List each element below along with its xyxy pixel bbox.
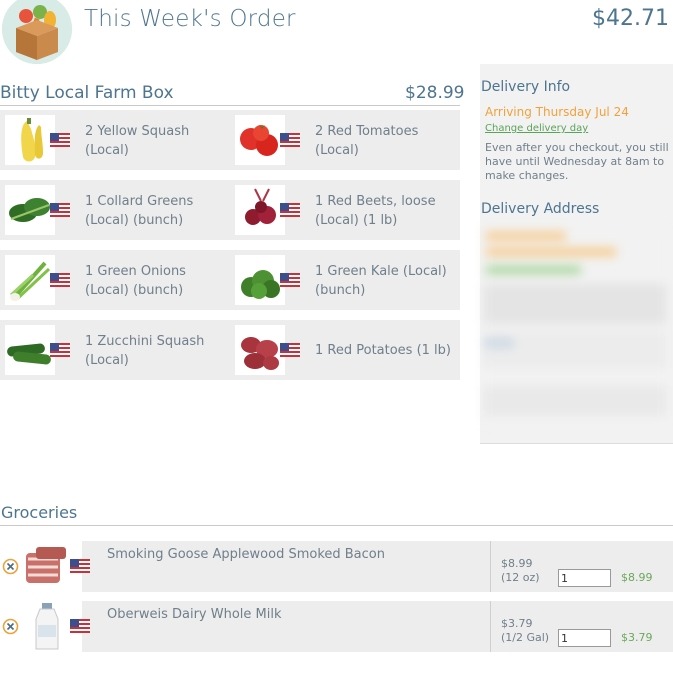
box-price: $28.99 bbox=[405, 83, 465, 103]
divider bbox=[490, 541, 491, 592]
box-item: 1 Zucchini Squash (Local) bbox=[0, 320, 230, 380]
box-item: 2 Red Tomatoes (Local) bbox=[230, 110, 460, 170]
box-title: Bitty Local Farm Box bbox=[0, 83, 174, 103]
grocery-row: Smoking Goose Applewood Smoked Bacon $8.… bbox=[0, 541, 673, 592]
box-item-name: 1 Collard Greens (Local) (bunch) bbox=[85, 194, 194, 228]
box-item: 1 Green Kale (Local) (bunch) bbox=[230, 250, 460, 310]
us-flag-icon bbox=[50, 133, 70, 147]
page-title: This Week's Order bbox=[84, 6, 296, 32]
us-flag-icon bbox=[280, 133, 300, 147]
box-item: 1 Collard Greens (Local) (bunch) bbox=[0, 180, 230, 240]
us-flag-icon bbox=[70, 619, 90, 633]
box-item-name: 1 Zucchini Squash (Local) bbox=[85, 334, 205, 368]
divider bbox=[490, 601, 491, 652]
box-item-name: 2 Yellow Squash (Local) bbox=[85, 124, 190, 158]
box-item-name: 1 Red Beets, loose (Local) (1 lb) bbox=[315, 194, 436, 228]
unit-size: (12 oz) bbox=[501, 571, 540, 584]
box-row: 2 Yellow Squash (Local) 2 Red Tomatoes (… bbox=[0, 110, 460, 170]
delivery-info-heading: Delivery Info bbox=[481, 79, 571, 95]
box-item-name: 1 Green Onions (Local) (bunch) bbox=[85, 264, 186, 298]
box-row: 1 Green Onions (Local) (bunch) 1 Green K… bbox=[0, 250, 460, 310]
collard-greens-icon bbox=[5, 185, 55, 235]
us-flag-icon bbox=[50, 343, 70, 357]
red-beets-icon bbox=[235, 185, 285, 235]
box-item-name: 1 Green Kale (Local) (bunch) bbox=[315, 264, 447, 298]
green-kale-icon bbox=[235, 255, 285, 305]
grocery-name[interactable]: Smoking Goose Applewood Smoked Bacon bbox=[107, 547, 385, 562]
delivery-note: Even after you checkout, you still have … bbox=[485, 141, 669, 182]
arrival-date: Arriving Thursday Jul 24 bbox=[485, 105, 629, 119]
divider bbox=[0, 105, 460, 106]
change-delivery-day-link[interactable]: Change delivery day bbox=[485, 123, 588, 134]
grocery-name[interactable]: Oberweis Dairy Whole Milk bbox=[107, 607, 282, 622]
us-flag-icon bbox=[50, 273, 70, 287]
delivery-address-heading: Delivery Address bbox=[481, 201, 600, 217]
box-row: 1 Zucchini Squash (Local) 1 Red Potatoes… bbox=[0, 320, 460, 380]
quantity-input[interactable] bbox=[558, 629, 611, 647]
box-item-name: 2 Red Tomatoes (Local) bbox=[315, 124, 419, 158]
red-tomatoes-icon bbox=[235, 115, 285, 165]
remove-item-icon[interactable] bbox=[2, 558, 19, 575]
divider bbox=[0, 525, 673, 526]
unit-size: (1/2 Gal) bbox=[501, 631, 550, 644]
unit-price: $8.99 bbox=[501, 557, 533, 570]
red-potatoes-icon bbox=[235, 325, 285, 375]
milk-bottle-icon bbox=[22, 601, 72, 652]
zucchini-icon bbox=[5, 325, 55, 375]
grocery-unit-price: $3.79 (1/2 Gal) bbox=[501, 617, 549, 645]
box-item: 2 Yellow Squash (Local) bbox=[0, 110, 230, 170]
us-flag-icon bbox=[280, 343, 300, 357]
box-item: 1 Red Potatoes (1 lb) bbox=[230, 320, 460, 380]
us-flag-icon bbox=[70, 559, 90, 573]
us-flag-icon bbox=[50, 203, 70, 217]
bacon-icon bbox=[22, 541, 72, 592]
box-item: 1 Red Beets, loose (Local) (1 lb) bbox=[230, 180, 460, 240]
us-flag-icon bbox=[280, 203, 300, 217]
box-item-name: 1 Red Potatoes (1 lb) bbox=[315, 343, 451, 358]
unit-price: $3.79 bbox=[501, 617, 533, 630]
order-total: $42.71 bbox=[592, 6, 669, 31]
line-total: $8.99 bbox=[621, 571, 653, 584]
quantity-input[interactable] bbox=[558, 569, 611, 587]
box-row: 1 Collard Greens (Local) (bunch) 1 Red B… bbox=[0, 180, 460, 240]
green-onions-icon bbox=[5, 255, 55, 305]
line-total: $3.79 bbox=[621, 631, 653, 644]
redacted-address bbox=[484, 226, 666, 426]
us-flag-icon bbox=[280, 273, 300, 287]
produce-box-logo[interactable] bbox=[2, 0, 72, 64]
grocery-unit-price: $8.99 (12 oz) bbox=[501, 557, 540, 585]
groceries-heading: Groceries bbox=[1, 503, 78, 522]
grocery-row: Oberweis Dairy Whole Milk $3.79 (1/2 Gal… bbox=[0, 601, 673, 652]
remove-item-icon[interactable] bbox=[2, 618, 19, 635]
box-item: 1 Green Onions (Local) (bunch) bbox=[0, 250, 230, 310]
yellow-squash-icon bbox=[5, 115, 55, 165]
